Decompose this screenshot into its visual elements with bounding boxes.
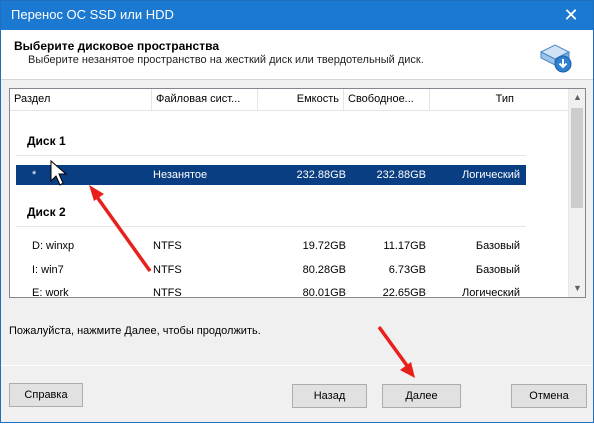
footer-divider bbox=[1, 365, 593, 366]
table-row[interactable]: D: winxp NTFS 19.72GB 11.17GB Базовый bbox=[16, 236, 526, 256]
help-button[interactable]: Справка bbox=[9, 383, 83, 407]
cell-type: Базовый bbox=[475, 240, 520, 252]
wizard-header: Выберите дисковое пространства Выберите … bbox=[1, 30, 593, 80]
title-bar: Перенос ОС SSD или HDD ✕ bbox=[1, 1, 593, 30]
column-header: Раздел Файловая сист... Емкость Свободно… bbox=[10, 89, 570, 111]
cell-type: Базовый bbox=[475, 264, 520, 276]
header-subtitle: Выберите незанятое пространство на жестк… bbox=[28, 54, 424, 66]
close-button[interactable]: ✕ bbox=[549, 1, 593, 30]
group-label-disk1: Диск 1 bbox=[27, 134, 66, 148]
cancel-button[interactable]: Отмена bbox=[511, 384, 587, 408]
cell-capacity: 232.88GB bbox=[296, 169, 346, 181]
table-row[interactable]: E: work NTFS 80.01GB 22.65GB Логический bbox=[16, 283, 526, 298]
scroll-up-icon[interactable]: ▲ bbox=[569, 89, 585, 106]
column-filesystem[interactable]: Файловая сист... bbox=[152, 89, 258, 111]
group-label-disk2: Диск 2 bbox=[27, 205, 66, 219]
scroll-down-icon[interactable]: ▼ bbox=[569, 280, 585, 297]
scroll-thumb[interactable] bbox=[571, 108, 583, 208]
cell-filesystem: Незанятое bbox=[153, 169, 208, 181]
cell-filesystem: NTFS bbox=[153, 287, 182, 298]
cell-filesystem: NTFS bbox=[153, 240, 182, 252]
cell-type: Логический bbox=[462, 169, 520, 181]
column-capacity[interactable]: Емкость bbox=[258, 89, 344, 111]
group-divider bbox=[16, 155, 526, 156]
partition-list[interactable]: Раздел Файловая сист... Емкость Свободно… bbox=[9, 88, 586, 298]
back-button[interactable]: Назад bbox=[292, 384, 367, 408]
column-type[interactable]: Тип bbox=[430, 89, 518, 111]
cell-partition: I: win7 bbox=[32, 264, 64, 276]
table-row-disk1-unallocated[interactable]: * Незанятое 232.88GB 232.88GB Логический bbox=[16, 165, 526, 185]
table-row[interactable]: I: win7 NTFS 80.28GB 6.73GB Базовый bbox=[16, 260, 526, 280]
wizard-window: Перенос ОС SSD или HDD ✕ Выберите дисков… bbox=[0, 0, 594, 423]
column-partition[interactable]: Раздел bbox=[10, 89, 152, 111]
cell-partition: * bbox=[32, 169, 37, 181]
cell-free: 6.73GB bbox=[388, 264, 426, 276]
cell-partition: E: work bbox=[32, 287, 69, 298]
cell-capacity: 19.72GB bbox=[302, 240, 346, 252]
cell-free: 11.17GB bbox=[383, 240, 426, 252]
column-free[interactable]: Свободное... bbox=[344, 89, 430, 111]
next-button[interactable]: Далее bbox=[382, 384, 461, 408]
cell-filesystem: NTFS bbox=[153, 264, 182, 276]
window-title: Перенос ОС SSD или HDD bbox=[11, 7, 174, 22]
header-title: Выберите дисковое пространства bbox=[14, 39, 219, 53]
cell-free: 22.65GB bbox=[382, 287, 426, 298]
cell-type: Логический bbox=[462, 287, 520, 298]
cell-capacity: 80.01GB bbox=[302, 287, 346, 298]
cell-capacity: 80.28GB bbox=[302, 264, 346, 276]
vertical-scrollbar[interactable]: ▲ ▼ bbox=[568, 89, 585, 297]
cell-partition: D: winxp bbox=[32, 240, 75, 252]
disk-migrate-icon bbox=[539, 44, 572, 73]
group-divider bbox=[16, 226, 526, 227]
annotation-arrow-next bbox=[377, 325, 415, 378]
status-text: Пожалуйста, нажмите Далее, чтобы продолж… bbox=[9, 325, 261, 337]
cell-free: 232.88GB bbox=[376, 169, 426, 181]
